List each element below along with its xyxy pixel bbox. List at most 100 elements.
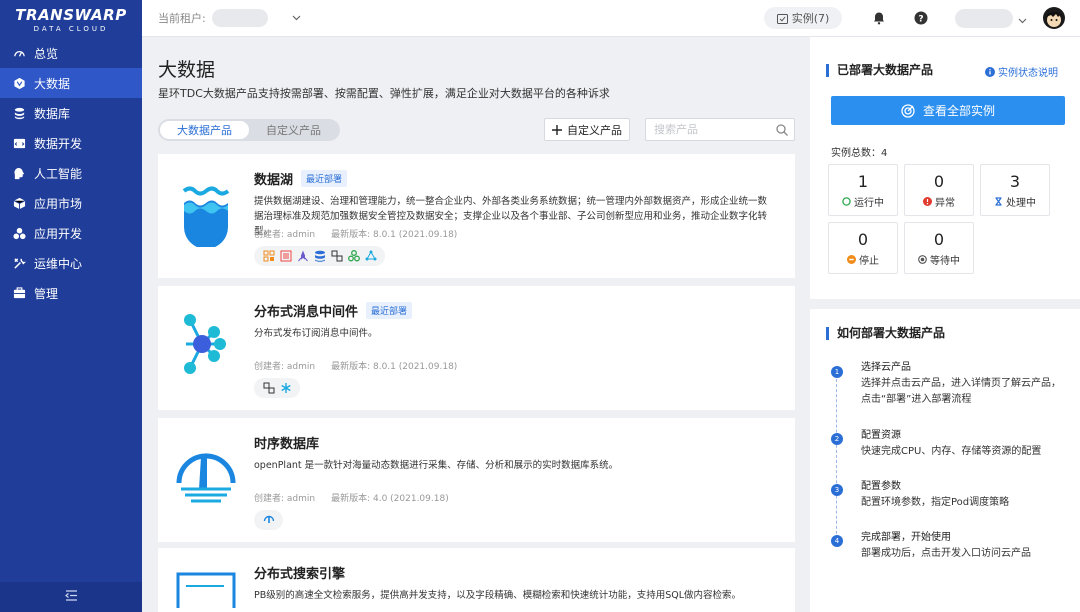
sidebar-item-label: 总览 — [34, 46, 59, 61]
brand-line1: TRANSWARP — [15, 5, 127, 24]
deployed-title: 已部署大数据产品 — [826, 64, 933, 77]
instances-button[interactable]: 实例(7) — [764, 7, 842, 29]
step-2: 配置资源 快速完成CPU、内存、存储等资源的配置 — [861, 428, 1066, 460]
custom-product-button[interactable]: 自定义产品 — [544, 118, 630, 141]
stop-icon — [847, 254, 856, 264]
component-list — [254, 378, 300, 398]
datalake-icon — [172, 168, 240, 256]
collapse-menu-button[interactable] — [0, 582, 142, 612]
stat-stopped[interactable]: 0 停止 — [828, 222, 898, 274]
tab-custom-products[interactable]: 自定义产品 — [249, 121, 338, 139]
help-icon[interactable]: ? — [914, 11, 928, 28]
sidebar-item-datadev[interactable]: 数据开发 — [0, 128, 142, 158]
network-component-icon — [364, 250, 377, 263]
sidebar-item-label: 管理 — [34, 286, 59, 301]
product-version: 最新版本: 8.0.1 (2021.09.18) — [331, 230, 458, 240]
sidebar-item-label: 数据库 — [34, 106, 71, 121]
sidebar-item-label: 大数据 — [34, 76, 71, 91]
product-desc: 分布式发布订阅消息中间件。 — [254, 328, 378, 339]
product-version: 最新版本: 8.0.1 (2021.09.18) — [331, 362, 458, 372]
stat-label-row: 处理中 — [994, 194, 1036, 209]
cluster-component-icon — [347, 250, 360, 263]
product-creator: 创建者: admin — [254, 494, 316, 504]
step-desc: 快速完成CPU、内存、存储等资源的配置 — [861, 446, 1042, 457]
search-icon[interactable] — [776, 124, 788, 139]
stat-label: 异常 — [935, 197, 955, 209]
step-connector — [836, 379, 837, 539]
product-card-datalake[interactable]: 数据湖 最近部署 提供数据湖建设、治理和管理能力，统一整合企业内、外部各类业务系统… — [158, 154, 795, 278]
tab-bigdata-products[interactable]: 大数据产品 — [160, 121, 249, 139]
snowflake-component-icon — [279, 382, 292, 395]
sidebar-item-admin[interactable]: 管理 — [0, 278, 142, 308]
stat-waiting[interactable]: 0 等待中 — [904, 222, 974, 274]
status-help-link[interactable]: 实例状态说明 — [985, 64, 1058, 79]
page-subtitle: 星环TDC大数据产品支持按需部署、按需配置、弹性扩展，满足企业对大数据平台的各种… — [158, 87, 610, 100]
step-number-1: 1 — [831, 366, 843, 378]
sidebar-item-overview[interactable]: 总览 — [0, 38, 142, 68]
sidebar-item-label: 数据开发 — [34, 136, 83, 151]
chevron-down-icon[interactable] — [1018, 13, 1027, 27]
step-title: 配置参数 — [861, 481, 901, 492]
step-3: 配置参数 配置环境参数，指定Pod调度策略 — [861, 479, 1066, 511]
sidebar-item-database[interactable]: 数据库 — [0, 98, 142, 128]
search-engine-icon — [172, 568, 240, 612]
product-name: 分布式搜索引擎 — [254, 563, 345, 582]
stat-label-row: 停止 — [847, 252, 879, 267]
section-divider — [810, 299, 1080, 309]
avatar[interactable] — [1043, 7, 1065, 29]
stat-number: 1 — [857, 171, 869, 191]
tenant-selector[interactable]: 当前租户: — [158, 9, 301, 27]
bell-icon[interactable] — [872, 11, 886, 28]
product-meta: 创建者: admin 最新版本: 8.0.1 (2021.09.18) — [254, 359, 457, 372]
sidebar-item-label: 运维中心 — [34, 256, 83, 271]
sidebar-item-ops[interactable]: 运维中心 — [0, 248, 142, 278]
brand-line2: DATA CLOUD — [33, 24, 109, 33]
sidebar-item-label: 应用开发 — [34, 226, 83, 241]
sidebar-item-bigdata[interactable]: 大数据 — [0, 68, 142, 98]
recent-badge: 最近部署 — [366, 302, 413, 319]
step-desc: 配置环境参数，指定Pod调度策略 — [861, 497, 1010, 508]
right-panel: 已部署大数据产品 实例状态说明 查看全部实例 实例总数：4 1 运行中 0 异常… — [810, 37, 1080, 612]
step-1: 选择云产品 选择并点击云产品，进入详情页了解云产品，点击“部署”进入部署流程 — [861, 360, 1066, 408]
chevron-down-icon — [292, 13, 301, 24]
plus-icon — [552, 124, 562, 135]
ops-icon — [12, 256, 26, 270]
component-list — [254, 246, 385, 266]
sidebar-item-ai[interactable]: 人工智能 — [0, 158, 142, 188]
product-meta: 创建者: admin 最新版本: 8.0.1 (2021.09.18) — [254, 227, 457, 240]
stat-label: 等待中 — [930, 255, 960, 267]
sidebar: TRANSWARP DATA CLOUD 总览 大数据 数据库 数据开发 人工智… — [0, 0, 142, 612]
brand-logo: TRANSWARP DATA CLOUD — [0, 0, 142, 38]
stat-processing[interactable]: 3 处理中 — [980, 164, 1050, 216]
appdev-icon — [12, 226, 26, 240]
radar-icon — [901, 103, 915, 118]
howto-title: 如何部署大数据产品 — [826, 327, 945, 340]
svg-text:?: ? — [918, 15, 923, 25]
table-component-icon — [279, 250, 292, 263]
stat-number: 3 — [1009, 171, 1021, 191]
user-menu[interactable] — [955, 9, 1013, 28]
stat-number: 0 — [933, 171, 945, 191]
step-title: 完成部署，开始使用 — [861, 532, 951, 543]
instances-label: 实例(7) — [791, 12, 830, 25]
sidebar-item-appdev[interactable]: 应用开发 — [0, 218, 142, 248]
top-bar: 当前租户: 实例(7) ? — [142, 0, 1080, 37]
product-card-timeseries[interactable]: 时序数据库 openPlant 是一款针对海量动态数据进行采集、存储、分析和展示… — [158, 418, 795, 542]
stat-error[interactable]: 0 异常 — [904, 164, 974, 216]
product-card-search[interactable]: 分布式搜索引擎 PB级别的高速全文检索服务，提供高并发支持，以及字段精确、模糊检… — [158, 548, 795, 612]
search-input[interactable] — [654, 123, 772, 136]
view-all-instances-button[interactable]: 查看全部实例 — [831, 96, 1065, 125]
product-creator: 创建者: admin — [254, 230, 316, 240]
product-tabs: 大数据产品 自定义产品 — [158, 119, 340, 141]
database-icon — [12, 106, 26, 120]
hourglass-icon — [994, 196, 1003, 206]
sidebar-item-market[interactable]: 应用市场 — [0, 188, 142, 218]
custom-product-label: 自定义产品 — [567, 123, 622, 137]
step-number-2: 2 — [831, 433, 843, 445]
tenant-label: 当前租户: — [158, 12, 206, 25]
product-card-messaging[interactable]: 分布式消息中间件 最近部署 分布式发布订阅消息中间件。 创建者: admin 最新版… — [158, 286, 795, 410]
stat-number: 0 — [933, 229, 945, 249]
product-creator: 创建者: admin — [254, 362, 316, 372]
stat-running[interactable]: 1 运行中 — [828, 164, 898, 216]
dev-icon — [12, 136, 26, 150]
